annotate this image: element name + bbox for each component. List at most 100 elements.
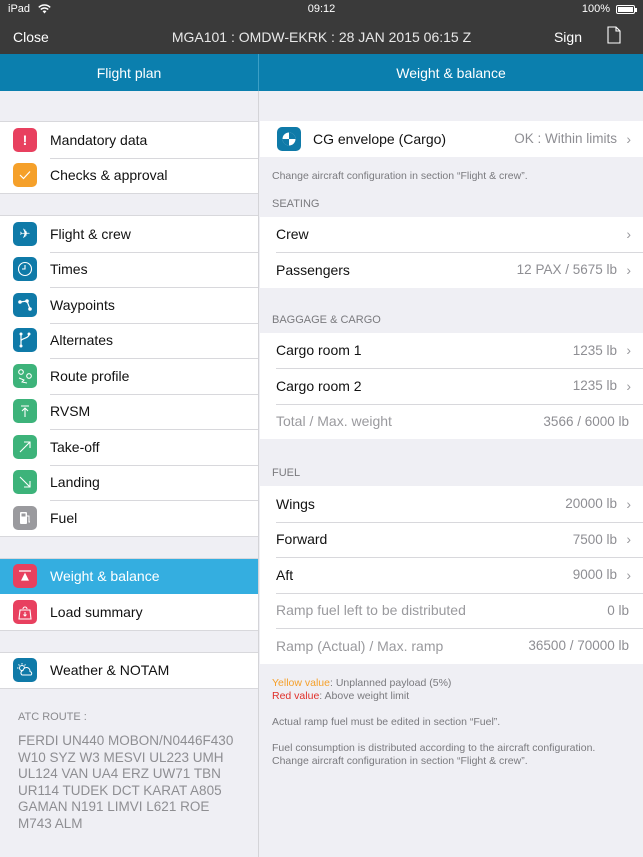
chevron-right-icon: › — [626, 377, 631, 394]
arrow-up-right-icon — [13, 434, 37, 459]
chevron-right-icon: › — [626, 495, 631, 512]
sidebar-item-label: Flight & crew — [50, 225, 131, 242]
sidebar-item-load-summary[interactable]: Load summary — [0, 594, 258, 630]
sidebar-item-label: Times — [50, 261, 88, 278]
cg-envelope-group: CG envelope (Cargo) OK : Within limits › — [260, 121, 643, 157]
fuel-pump-icon — [13, 505, 37, 530]
row-value: 1235 lb — [572, 378, 617, 394]
sidebar-item-label: Weather & NOTAM — [50, 662, 170, 679]
sidebar-item-label: Waypoints — [50, 296, 115, 313]
fork-icon — [13, 328, 37, 353]
fuel-ramp-row: Ramp (Actual) / Max. ramp 36500 / 70000 … — [260, 628, 643, 664]
row-label: Passengers — [276, 261, 350, 278]
row-label: Forward — [276, 531, 328, 548]
atc-route-heading: ATC ROUTE : — [18, 711, 87, 723]
row-value: 20000 lb — [565, 496, 617, 512]
row-label: Total / Max. weight — [276, 413, 392, 430]
cargo-room-1-row[interactable]: Cargo room 1 1235 lb › — [260, 333, 643, 369]
fuel-wings-row[interactable]: Wings 20000 lb › — [260, 486, 643, 522]
row-label: Aft — [276, 566, 294, 583]
seating-group: Crew › Passengers 12 PAX / 5675 lb › — [260, 216, 643, 288]
atc-route: ATC ROUTE : FERDI UN440 MOBON/N0446F430 … — [0, 689, 258, 854]
sidebar-item-rvsm[interactable]: RVSM — [0, 393, 258, 430]
cg-envelope-label: CG envelope (Cargo) — [313, 130, 447, 147]
cg-envelope-row[interactable]: CG envelope (Cargo) OK : Within limits › — [260, 121, 643, 157]
clock-icon — [13, 257, 37, 282]
document-icon[interactable] — [607, 26, 621, 44]
crew-row[interactable]: Crew › — [260, 217, 643, 253]
fuel-forward-row[interactable]: Forward 7500 lb › — [260, 521, 643, 558]
sidebar-item-label: Checks & approval — [50, 167, 168, 184]
sidebar-item-label: Load summary — [50, 603, 143, 620]
sidebar-item-weight-balance[interactable]: Weight & balance — [0, 558, 258, 594]
chevron-right-icon: › — [626, 226, 631, 243]
sidebar-item-alternates[interactable]: Alternates — [0, 322, 258, 359]
sidebar-group-required: ! Mandatory data Checks & approval — [0, 121, 258, 194]
cg-envelope-icon — [277, 126, 301, 151]
yellow-legend-text: : Unplanned payload (5%) — [330, 676, 452, 689]
sidebar-item-take-off[interactable]: Take-off — [0, 429, 258, 465]
tab-flight-plan[interactable]: Flight plan — [0, 54, 259, 91]
sidebar-item-waypoints[interactable]: Waypoints — [0, 287, 258, 323]
battery-percent: 100% — [581, 3, 610, 15]
seating-heading: SEATING — [272, 197, 320, 210]
weight-balance-panel: CG envelope (Cargo) OK : Within limits ›… — [260, 91, 643, 857]
battery-icon — [616, 4, 637, 14]
sidebar-item-landing[interactable]: Landing — [0, 464, 258, 501]
exclamation-icon: ! — [13, 127, 37, 152]
chevron-right-icon: › — [626, 531, 631, 548]
passengers-row[interactable]: Passengers 12 PAX / 5675 lb › — [260, 252, 643, 288]
chevron-right-icon: › — [626, 566, 631, 583]
scale-icon — [13, 564, 37, 589]
arrow-down-right-icon — [13, 470, 37, 495]
red-legend-label: Red value — [272, 689, 320, 702]
sidebar-item-label: Take-off — [50, 438, 100, 455]
sidebar-group-plan: ✈ Flight & crew Times Waypoints Alternat… — [0, 215, 258, 537]
cg-note: Change aircraft configuration in section… — [272, 169, 528, 182]
fuel-group: Wings 20000 lb › Forward 7500 lb › Aft 9… — [260, 486, 643, 664]
baggage-group: Cargo room 1 1235 lb › Cargo room 2 1235… — [260, 332, 643, 440]
sidebar-item-times[interactable]: Times — [0, 251, 258, 288]
clock: 09:12 — [307, 3, 336, 15]
sign-button[interactable]: Sign — [554, 29, 582, 45]
row-label: Ramp fuel left to be distributed — [276, 602, 466, 619]
row-value: 36500 / 70000 lb — [528, 638, 629, 654]
row-value: 7500 lb — [572, 531, 617, 547]
sidebar-item-checks-approval[interactable]: Checks & approval — [0, 157, 258, 194]
row-label: Cargo room 2 — [276, 377, 362, 394]
flight-plan-sidebar: ! Mandatory data Checks & approval ✈ Fli… — [0, 91, 259, 857]
baggage-heading: BAGGAGE & CARGO — [272, 313, 381, 326]
sidebar-item-label: Fuel — [50, 509, 78, 526]
sidebar-item-fuel[interactable]: Fuel — [0, 500, 258, 536]
route-pins-icon — [13, 363, 37, 388]
sidebar-item-label: Landing — [50, 474, 100, 491]
fuel-left-row: Ramp fuel left to be distributed 0 lb — [260, 592, 643, 629]
row-label: Ramp (Actual) / Max. ramp — [276, 637, 444, 654]
row-label: Wings — [276, 495, 315, 512]
sidebar-item-weather-notam[interactable]: Weather & NOTAM — [0, 653, 258, 689]
cargo-room-2-row[interactable]: Cargo room 2 1235 lb › — [260, 368, 643, 404]
arrow-up-bar-icon — [13, 399, 37, 424]
tab-weight-balance[interactable]: Weight & balance — [259, 54, 643, 91]
cg-envelope-status: OK : Within limits — [514, 131, 617, 147]
sidebar-item-flight-crew[interactable]: ✈ Flight & crew — [0, 216, 258, 252]
row-value: 1235 lb — [572, 342, 617, 358]
close-button[interactable]: Close — [13, 29, 49, 45]
fuel-aft-row[interactable]: Aft 9000 lb › — [260, 557, 643, 593]
sidebar-item-label: Weight & balance — [50, 568, 160, 585]
ramp-fuel-note: Actual ramp fuel must be edited in secti… — [272, 715, 501, 728]
row-value: 9000 lb — [572, 567, 617, 583]
fuel-heading: FUEL — [272, 467, 301, 479]
color-legend: Yellow value: Unplanned payload (5%) Red… — [260, 664, 643, 703]
cargo-total-row: Total / Max. weight 3566 / 6000 lb — [260, 403, 643, 440]
chevron-right-icon: › — [626, 130, 631, 147]
sidebar-item-mandatory-data[interactable]: ! Mandatory data — [0, 122, 258, 158]
sidebar-item-route-profile[interactable]: Route profile — [0, 358, 258, 394]
checkmark-icon — [13, 163, 37, 188]
chevron-right-icon: › — [626, 342, 631, 359]
row-label: Crew — [276, 226, 309, 243]
weather-icon — [13, 658, 37, 683]
red-legend-text: : Above weight limit — [319, 689, 410, 702]
section-tabs: Flight plan Weight & balance — [0, 54, 643, 91]
sidebar-item-label: Mandatory data — [50, 131, 148, 148]
